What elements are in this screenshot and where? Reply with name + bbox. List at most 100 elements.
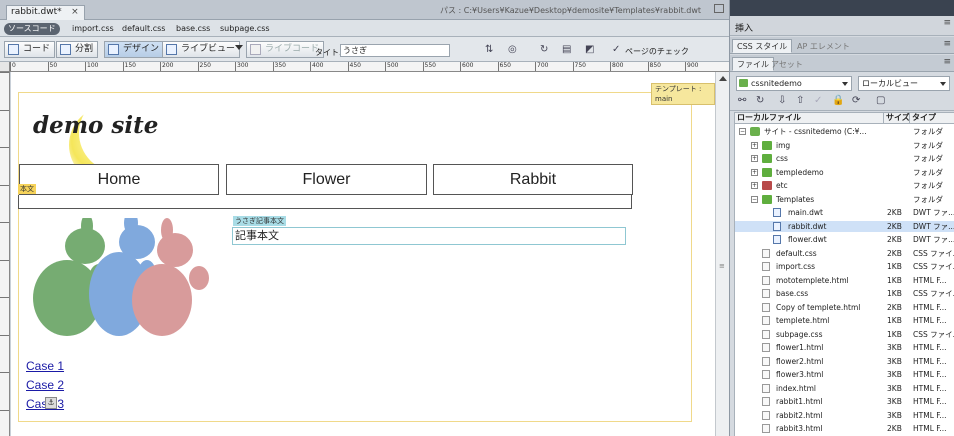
- ruler-tick: 700: [535, 62, 549, 71]
- panel-menu-icon[interactable]: ≡: [943, 18, 951, 28]
- file-name: default.css: [776, 248, 817, 258]
- folder-icon: [762, 167, 772, 177]
- vertical-scrollbar[interactable]: ≡: [715, 72, 729, 436]
- template-tag: テンプレート : main: [651, 83, 715, 105]
- file-row[interactable]: flower2.html 3KB HTML F...: [735, 356, 954, 367]
- file-row[interactable]: flower3.html 3KB HTML F...: [735, 369, 954, 380]
- collapse-icon[interactable]: −: [751, 195, 758, 203]
- scroll-grip-icon[interactable]: ≡: [719, 262, 725, 270]
- related-file-subpage[interactable]: subpage.css: [220, 24, 270, 33]
- code-view-button[interactable]: コード: [4, 41, 56, 58]
- check-out-icon[interactable]: ✓: [814, 95, 822, 106]
- panel-titlebar: [730, 0, 954, 16]
- insert-panel-header[interactable]: 挿入 ≡: [730, 16, 954, 36]
- source-code-button[interactable]: ソースコード: [4, 23, 60, 35]
- validate-icon[interactable]: ✓: [612, 44, 620, 55]
- site-logo[interactable]: demo site: [33, 112, 158, 139]
- connect-icon[interactable]: ⚯: [738, 95, 746, 106]
- file-row[interactable]: Copy of templete.html 2KB HTML F...: [735, 302, 954, 313]
- get-files-icon[interactable]: ⇩: [778, 95, 786, 106]
- tab-ap-elements[interactable]: AP エレメント: [792, 39, 855, 53]
- anchor-icon[interactable]: ⚓: [45, 397, 57, 409]
- file-row[interactable]: main.dwt 2KB DWT ファ...: [735, 207, 954, 218]
- files-toolbar: ⚯ ↻ ⇩ ⇧ ✓ 🔒 ⟳ ▢: [730, 93, 954, 111]
- chevron-down-icon[interactable]: [235, 45, 243, 50]
- restore-window-icon[interactable]: [714, 4, 724, 13]
- expand-icon[interactable]: +: [751, 155, 758, 162]
- title-input[interactable]: うさぎ: [340, 44, 450, 57]
- collapse-icon[interactable]: −: [739, 128, 746, 135]
- file-row[interactable]: − Templates フォルダ: [735, 194, 954, 205]
- preview-browser-icon[interactable]: ◎: [508, 44, 517, 55]
- article-editable-region[interactable]: 記事本文: [232, 227, 626, 245]
- case-link-1[interactable]: Case 1: [26, 359, 64, 373]
- file-row[interactable]: + etc フォルダ: [735, 180, 954, 191]
- header-size[interactable]: サイズ: [883, 113, 910, 123]
- ruler-tick: [0, 297, 9, 298]
- sync-icon[interactable]: ⟳: [852, 95, 860, 106]
- panel-menu-icon[interactable]: ≡: [943, 57, 951, 67]
- file-row[interactable]: import.css 1KB CSS ファイ...: [735, 261, 954, 272]
- related-file-import[interactable]: import.css: [72, 24, 114, 33]
- file-row[interactable]: rabbit.dwt 2KB DWT ファ...: [735, 220, 954, 232]
- file-management-icon[interactable]: ⇅: [485, 44, 493, 55]
- file-path: パス : C:¥Users¥Kazue¥Desktop¥demosite¥Tem…: [440, 6, 702, 15]
- file-row[interactable]: flower.dwt 2KB DWT ファ...: [735, 234, 954, 245]
- nav-rabbit[interactable]: Rabbit: [433, 164, 633, 195]
- expand-icon[interactable]: +: [751, 168, 758, 176]
- close-icon[interactable]: ×: [71, 6, 79, 19]
- file-row[interactable]: − サイト - cssnitedemo (C:¥... フォルダ: [735, 126, 954, 137]
- case-link-2[interactable]: Case 2: [26, 378, 64, 392]
- check-in-icon[interactable]: 🔒: [832, 95, 844, 106]
- expand-icon[interactable]: +: [751, 182, 758, 189]
- expand-icon[interactable]: ▢: [876, 95, 885, 106]
- scroll-up-icon[interactable]: [719, 76, 727, 81]
- file-type: フォルダ: [913, 167, 943, 177]
- header-type[interactable]: タイプ: [909, 113, 936, 123]
- file-row[interactable]: + img フォルダ: [735, 140, 954, 151]
- expand-icon[interactable]: +: [751, 141, 758, 149]
- refresh-icon[interactable]: ↻: [756, 95, 764, 106]
- related-file-base[interactable]: base.css: [176, 24, 210, 33]
- file-row[interactable]: index.html 3KB HTML F...: [735, 383, 954, 394]
- file-row[interactable]: default.css 2KB CSS ファイ...: [735, 248, 954, 259]
- panel-menu-icon[interactable]: ≡: [943, 39, 951, 49]
- file-type: HTML F...: [913, 424, 947, 433]
- view-select[interactable]: ローカルビュー: [858, 76, 950, 91]
- file-row[interactable]: rabbit2.html 3KB HTML F...: [735, 410, 954, 421]
- file-row[interactable]: + templedemo フォルダ: [735, 167, 954, 178]
- view-options-icon[interactable]: ▤: [562, 44, 571, 55]
- header-local-files[interactable]: ローカルファイル: [735, 113, 801, 123]
- rabbits-image[interactable]: [27, 218, 217, 338]
- file-row[interactable]: mototemplete.html 1KB HTML F...: [735, 275, 954, 286]
- file-row[interactable]: rabbit1.html 3KB HTML F...: [735, 396, 954, 407]
- ruler-tick: [0, 109, 9, 111]
- file-icon: [762, 356, 770, 366]
- files-tree[interactable]: − サイト - cssnitedemo (C:¥... フォルダ + img フォルダ + c…: [734, 124, 954, 436]
- design-canvas[interactable]: テンプレート : main demo site Home Flower Rabb…: [11, 72, 715, 436]
- article-region-tag: うさぎ記事本文: [233, 216, 286, 226]
- related-file-default[interactable]: default.css: [122, 24, 165, 33]
- files-header: ローカルファイル サイズ タイプ: [734, 112, 954, 124]
- file-row[interactable]: + css フォルダ: [735, 153, 954, 164]
- file-row[interactable]: subpage.css 1KB CSS ファイ...: [735, 329, 954, 340]
- file-type: HTML F...: [913, 316, 947, 325]
- live-code-button[interactable]: ライブコード: [246, 41, 325, 58]
- live-view-button[interactable]: ライブビュー: [162, 41, 241, 58]
- file-row[interactable]: flower1.html 3KB HTML F...: [735, 342, 954, 353]
- file-row[interactable]: templete.html 1KB HTML F...: [735, 315, 954, 326]
- split-view-button[interactable]: 分割: [56, 41, 99, 58]
- design-view-button[interactable]: デザイン: [104, 41, 165, 58]
- put-files-icon[interactable]: ⇧: [796, 95, 804, 106]
- visual-aids-icon[interactable]: ◩: [585, 44, 594, 55]
- site-select[interactable]: cssnitedemo: [736, 76, 852, 91]
- file-row[interactable]: rabbit3.html 2KB HTML F...: [735, 423, 954, 434]
- check-page-button[interactable]: ページのチェック: [625, 46, 689, 57]
- tab-assets[interactable]: アセット: [766, 57, 808, 71]
- nav-home[interactable]: Home: [19, 164, 219, 195]
- nav-flower[interactable]: Flower: [226, 164, 427, 195]
- refresh-icon[interactable]: ↻: [540, 44, 548, 55]
- document-tab[interactable]: rabbit.dwt* ×: [6, 5, 85, 20]
- tab-css-styles[interactable]: CSS スタイル: [732, 39, 793, 53]
- file-row[interactable]: base.css 1KB CSS ファイ...: [735, 288, 954, 299]
